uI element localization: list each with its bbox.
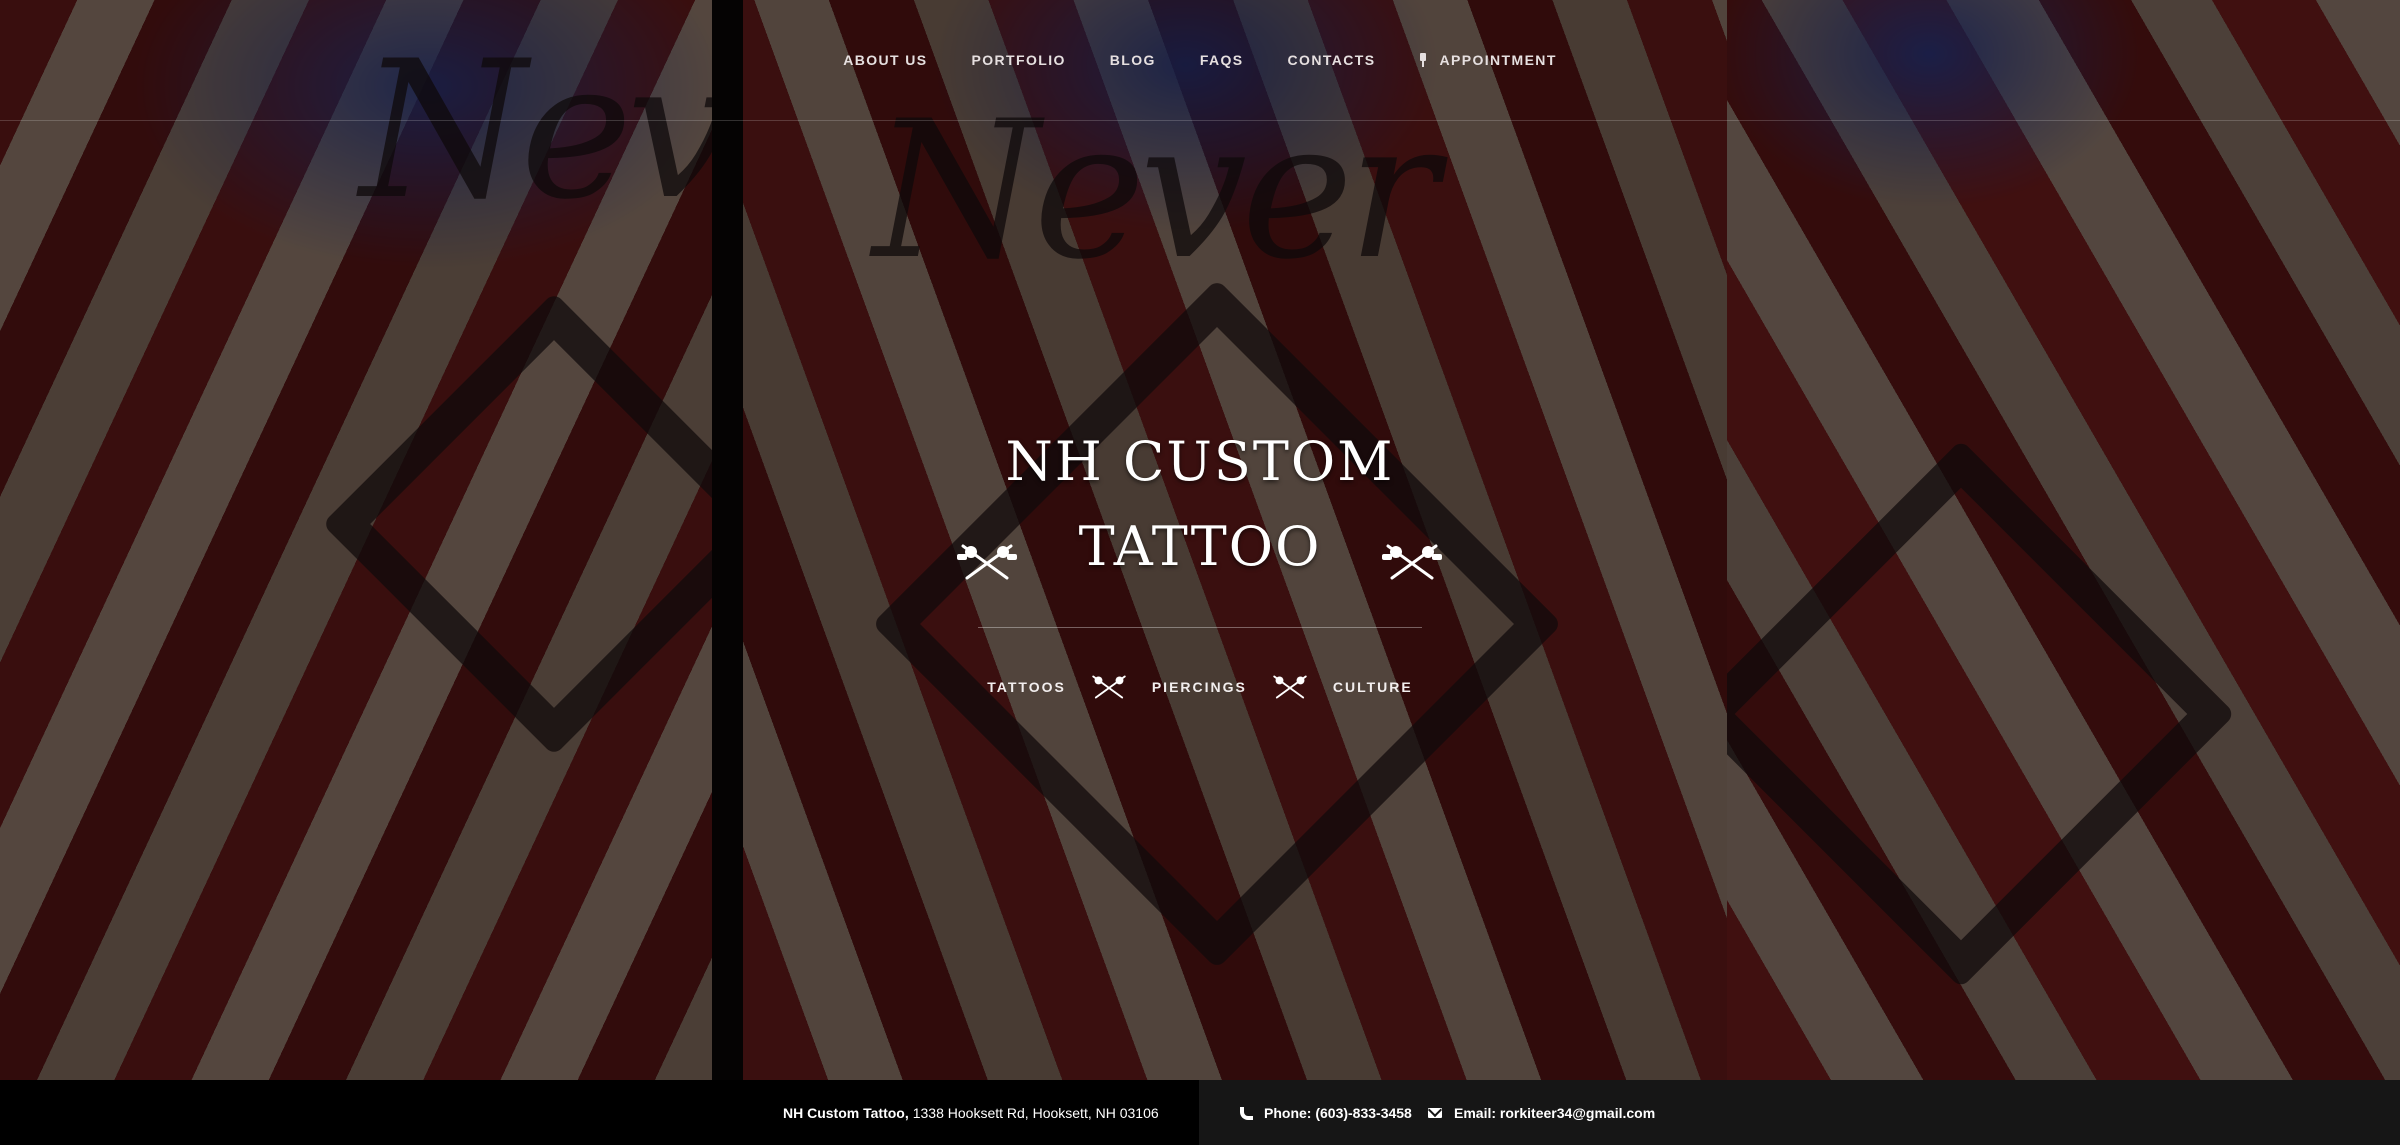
nav-label: FAQS [1199, 52, 1244, 68]
phone-icon [1240, 1107, 1252, 1119]
nav-faqs[interactable]: FAQS [1200, 52, 1244, 68]
nav-label: PORTFOLIO [971, 52, 1066, 68]
brand-title-line1: NH CUSTOM [1005, 430, 1395, 493]
email-label: Email: rorkiteer34@gmail.com [1454, 1104, 1656, 1121]
nav-label: CONTACTS [1287, 52, 1376, 68]
brand-divider [978, 627, 1422, 628]
hero-photo-right [1727, 0, 2400, 1080]
contact-bar: NH Custom Tattoo, 1338 Hooksett Rd, Hook… [0, 1080, 2400, 1145]
pin-icon [1419, 53, 1427, 67]
street-address: 1338 Hooksett Rd, Hooksett, NH 03106 [912, 1104, 1159, 1121]
phone-label: Phone: (603)-833-3458 [1264, 1104, 1412, 1121]
tattoo-machine-icon [1269, 672, 1311, 702]
nav-label: APPOINTMENT [1439, 52, 1557, 68]
main-nav: ABOUT US PORTFOLIO BLOG FAQS CONTACTS AP… [0, 0, 2400, 121]
phone-link[interactable]: Phone: (603)-833-3458 [1240, 1080, 1412, 1145]
business-name: NH Custom Tattoo, [783, 1104, 909, 1121]
tagline-culture: CULTURE [1332, 679, 1413, 695]
nav-label: BLOG [1109, 52, 1156, 68]
address: NH Custom Tattoo, 1338 Hooksett Rd, Hook… [783, 1080, 1159, 1145]
nav-about-us[interactable]: ABOUT US [843, 52, 927, 68]
tattoo-machine-icon [1088, 672, 1130, 702]
tagline-tattoos: TATTOOS [987, 679, 1066, 695]
hero-photo-left: Never [0, 0, 712, 1080]
tattoo-machine-icon [1380, 540, 1444, 584]
tagline: TATTOOS PIERCINGS CULTURE [0, 672, 2400, 702]
nav-label: ABOUT US [843, 52, 928, 68]
nav-blog[interactable]: BLOG [1110, 52, 1156, 68]
email-link[interactable]: Email: rorkiteer34@gmail.com [1428, 1080, 1655, 1145]
tattoo-machine-icon [955, 540, 1019, 584]
nav-contacts[interactable]: CONTACTS [1288, 52, 1376, 68]
brand-title-line2: TATTOO [1078, 515, 1322, 578]
nav-portfolio[interactable]: PORTFOLIO [972, 52, 1066, 68]
mail-icon [1428, 1107, 1442, 1118]
tagline-piercings: PIERCINGS [1151, 679, 1247, 695]
nav-appointment[interactable]: APPOINTMENT [1419, 52, 1556, 68]
